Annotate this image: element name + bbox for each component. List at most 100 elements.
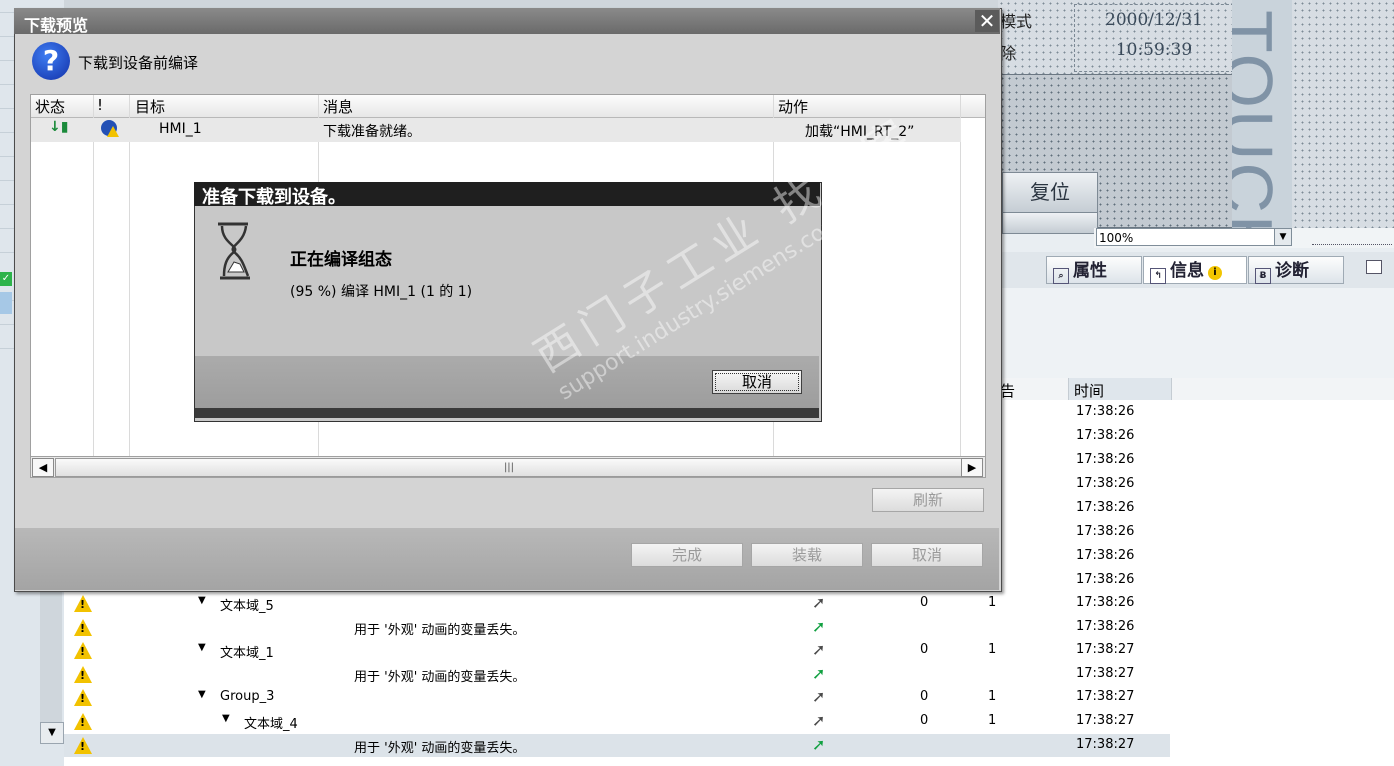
col-status[interactable]: 状态 (35, 96, 65, 117)
hmi-second-button[interactable] (1002, 212, 1098, 234)
log-time: 17:38:27 (1076, 713, 1135, 728)
download-status-icon: ↓▮ (49, 119, 69, 135)
zoom-value: 100% (1099, 231, 1134, 245)
goto-arrow-icon[interactable]: ➚ (812, 735, 825, 754)
log-time: 17:38:27 (1076, 689, 1135, 705)
col-bang[interactable]: ! (97, 96, 103, 114)
tab-label: 诊断 (1275, 261, 1309, 281)
log-message: Group_3 (220, 689, 275, 705)
chevron-down-icon[interactable]: ▼ (1274, 229, 1291, 245)
log-time: 17:38:26 (1076, 476, 1135, 491)
log-col-b: 1 (988, 642, 997, 658)
log-table-header (998, 378, 1394, 401)
log-message: 文本域_4 (244, 717, 298, 732)
log-message: 用于 '外观' 动画的变量丢失。 (354, 622, 526, 638)
expand-icon[interactable]: ▼ (198, 689, 206, 700)
log-time: 17:38:26 (1076, 548, 1135, 563)
zoom-select[interactable]: 100% ▼ (1096, 228, 1292, 246)
log-message: 文本域_5 (220, 599, 274, 614)
log-col-a: 0 (920, 642, 929, 658)
horizontal-scrollbar[interactable]: ◀ ||| ▶ (30, 456, 986, 478)
expand-icon[interactable]: ▼ (222, 713, 230, 724)
warning-icon (74, 642, 92, 660)
log-col-b: 1 (988, 689, 997, 705)
progress-status: (95 %) 编译 HMI_1 (1 的 1) (290, 284, 473, 300)
table-row[interactable]: ▼ 文本域_5 ➚ 0 1 17:38:26 (64, 592, 1170, 615)
log-col-a: 0 (920, 595, 929, 610)
col-target[interactable]: 目标 (135, 96, 165, 117)
scroll-thumb[interactable]: ||| (55, 458, 963, 477)
log-message: 文本域_1 (220, 646, 274, 662)
log-time: 17:38:26 (1076, 572, 1135, 587)
dialog-heading: 下载到设备前编译 (78, 54, 199, 72)
warning-icon (74, 618, 92, 636)
warning-icon (74, 689, 92, 707)
log-time: 17:38:26 (1076, 404, 1135, 419)
table-row[interactable]: ▼ Group_3 ➚ 0 1 17:38:27 (64, 686, 1170, 709)
tab-properties[interactable]: ⌕ 属性 (1046, 256, 1142, 284)
load-button[interactable]: 装载 (751, 543, 863, 567)
goto-arrow-icon[interactable]: ➚ (812, 711, 825, 730)
goto-arrow-icon[interactable]: ➚ (812, 617, 825, 636)
vertical-scrollbar[interactable] (40, 592, 62, 722)
progress-cancel-button[interactable]: 取消 (712, 370, 802, 394)
log-col-a: 0 (920, 689, 929, 705)
properties-icon: ⌕ (1053, 268, 1069, 284)
dialog-titlebar[interactable]: 下载预览 (14, 8, 1000, 35)
table-row[interactable]: 用于 '外观' 动画的变量丢失。 ➚ 17:38:27 (64, 663, 1170, 686)
dialog-title: 下载预览 (24, 16, 89, 35)
col-time: 时间 (1074, 382, 1105, 400)
log-time: 17:38:26 (1076, 524, 1135, 539)
hmi-delete-label: 除 (1000, 44, 1017, 63)
scroll-left-icon[interactable]: ◀ (32, 458, 54, 477)
progress-title: 准备下载到设备。 (202, 187, 346, 208)
check-icon: ✓ (0, 272, 12, 286)
hmi-datetime-field[interactable]: 2000/12/31 10:59:39 (1074, 4, 1234, 72)
log-time: 17:38:26 (1076, 595, 1135, 610)
table-row[interactable]: ▼ 文本域_4 ➚ 0 1 17:38:27 (64, 710, 1170, 733)
progress-heading: 正在编译组态 (290, 250, 392, 270)
log-time: 17:38:26 (1076, 428, 1135, 443)
close-icon[interactable]: ✕ (975, 10, 999, 32)
col-warning: 告 (1000, 382, 1016, 400)
grid-header (31, 95, 985, 118)
tab-diagnostics[interactable]: Ƀ 诊断 (1248, 256, 1344, 284)
scroll-down-button[interactable]: ▼ (40, 722, 64, 744)
zoom-slider[interactable] (1312, 232, 1392, 245)
goto-arrow-icon[interactable]: ➚ (812, 593, 825, 612)
toolbar-strip (64, 0, 1064, 8)
expand-icon[interactable]: ▼ (198, 595, 206, 606)
hmi-time: 10:59:39 (1115, 40, 1193, 60)
hmi-reset-button[interactable]: 复位 (1002, 172, 1098, 214)
warning-icon (74, 595, 92, 612)
tab-info[interactable]: ↰ 信息 i (1143, 256, 1247, 284)
log-col-a: 0 (920, 713, 929, 728)
cancel-button[interactable]: 取消 (871, 543, 983, 567)
log-col-b: 1 (988, 713, 997, 728)
goto-arrow-icon[interactable]: ➚ (812, 640, 825, 659)
progress-bottom-bar (195, 408, 819, 418)
table-row[interactable]: ▼ 文本域_1 ➚ 0 1 17:38:27 (64, 639, 1170, 662)
hmi-date: 2000/12/31 (1105, 10, 1203, 30)
restore-window-icon[interactable] (1366, 260, 1382, 274)
col-message[interactable]: 消息 (323, 96, 353, 117)
col-action[interactable]: 动作 (778, 96, 808, 117)
table-row[interactable]: 用于 '外观' 动画的变量丢失。 ➚ 17:38:27 (64, 733, 1170, 757)
scroll-right-icon[interactable]: ▶ (961, 458, 983, 477)
log-col-b: 1 (988, 595, 997, 610)
table-row[interactable]: ↓▮ HMI_1 下载准备就绪。 加载“HMI_RT_2” (31, 118, 961, 142)
goto-arrow-icon[interactable]: ➚ (812, 687, 825, 706)
touch-logo: TOUCH (1232, 0, 1292, 230)
finish-button[interactable]: 完成 (631, 543, 743, 567)
refresh-button[interactable]: 刷新 (872, 488, 984, 512)
row-target: HMI_1 (159, 121, 202, 137)
expand-icon[interactable]: ▼ (198, 642, 206, 653)
warning-icon (74, 665, 92, 683)
table-row[interactable]: 用于 '外观' 动画的变量丢失。 ➚ 17:38:26 (64, 616, 1170, 639)
tab-label: 属性 (1073, 261, 1107, 281)
warning-icon (74, 736, 92, 754)
log-time: 17:38:26 (1076, 500, 1135, 515)
hourglass-icon (218, 222, 250, 280)
goto-arrow-icon[interactable]: ➚ (812, 664, 825, 683)
log-message: 用于 '外观' 动画的变量丢失。 (354, 669, 526, 685)
